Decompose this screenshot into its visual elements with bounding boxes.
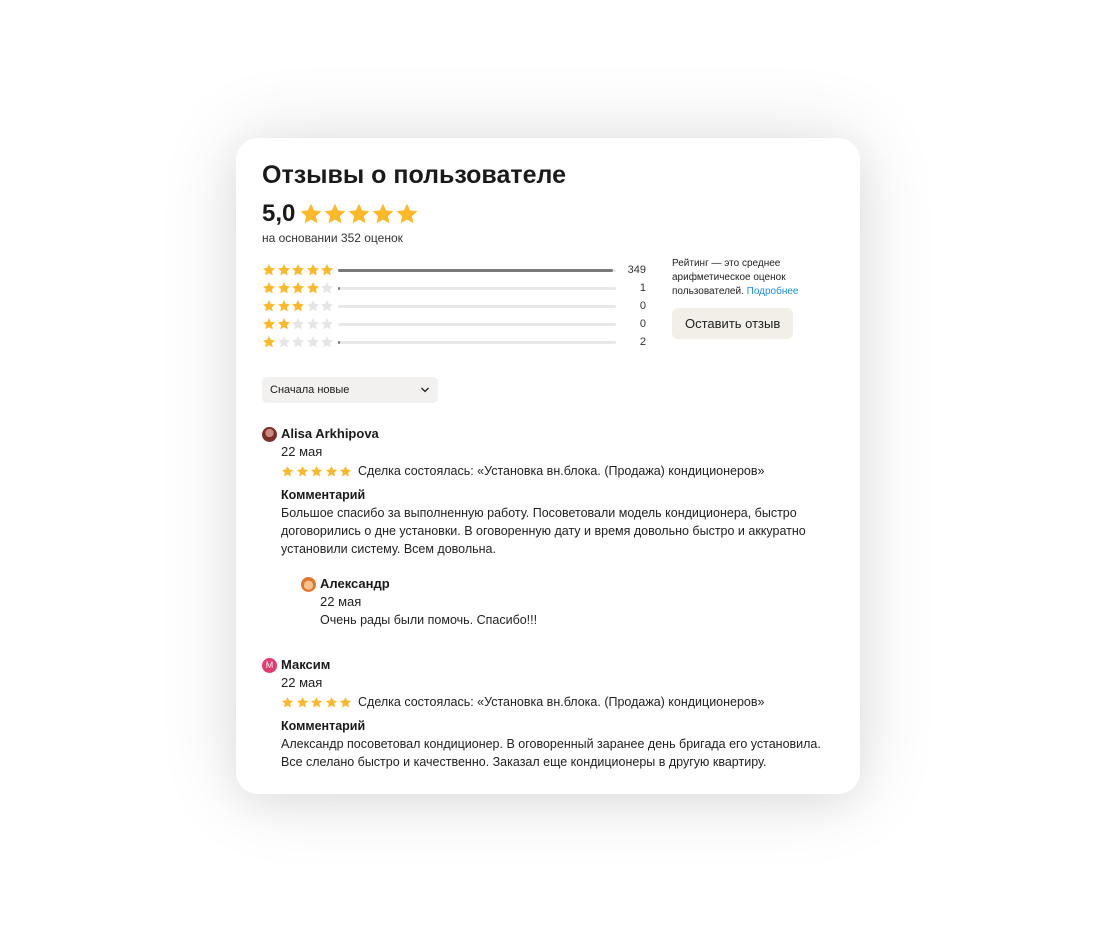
star-icon: [306, 281, 320, 295]
review-author[interactable]: Максим: [281, 656, 834, 674]
seller-reply: Александр 22 мая Очень рады были помочь.…: [301, 575, 834, 629]
rating-distribution: 349 1 0 0 2: [262, 261, 648, 351]
leave-review-button[interactable]: Оставить отзыв: [672, 308, 794, 339]
comment-label: Комментарий: [281, 719, 366, 733]
star-icon: [291, 317, 305, 331]
rating-bar: [338, 286, 616, 290]
rating-row-stars: [262, 299, 338, 313]
rating-count-value: 2: [639, 336, 646, 348]
avatar[interactable]: [301, 577, 316, 592]
comment-text: Александр посоветовал кондиционер. В ого…: [281, 737, 821, 769]
star-icon: [306, 263, 320, 277]
review-date: 22 мая: [281, 675, 323, 690]
star-icon: [323, 202, 347, 226]
avatar[interactable]: [262, 427, 277, 442]
chevron-down-icon: [420, 385, 430, 395]
rating-row-stars: [262, 281, 338, 295]
review-item: Alisa Arkhipova 22 мая Сделка состоялась…: [262, 425, 834, 629]
rating-row-stars: [262, 263, 338, 277]
star-icon: [325, 465, 338, 478]
review-stars: [281, 696, 358, 709]
rating-bar: [338, 340, 616, 344]
star-icon: [299, 202, 323, 226]
sort-label: Сначала новые: [270, 384, 350, 396]
star-icon: [277, 263, 291, 277]
more-info-link[interactable]: Подробнее: [747, 286, 799, 297]
reply-date: 22 мая: [320, 594, 362, 609]
rating-bar: [338, 304, 616, 308]
star-icon: [296, 465, 309, 478]
star-icon: [291, 281, 305, 295]
star-icon: [262, 263, 276, 277]
star-icon: [310, 465, 323, 478]
rating-info: Рейтинг — это среднее арифметическое оце…: [672, 257, 822, 299]
rating-row-4: 1: [262, 279, 648, 297]
rating-row-3: 0: [262, 297, 648, 315]
star-icon: [371, 202, 395, 226]
rating-bar-fill: [338, 340, 340, 344]
rating-row-stars: [262, 335, 338, 349]
star-icon: [291, 263, 305, 277]
star-icon: [296, 696, 309, 709]
average-rating: 5,0: [262, 200, 834, 228]
star-icon: [320, 281, 334, 295]
rating-bar-fill: [338, 286, 340, 290]
star-icon: [291, 299, 305, 313]
review-date: 22 мая: [281, 444, 323, 459]
rating-row-5: 349: [262, 261, 648, 279]
star-icon: [320, 317, 334, 331]
star-icon: [262, 317, 276, 331]
comment-text: Большое спасибо за выполненную работу. П…: [281, 506, 806, 556]
rating-row-1: 2: [262, 333, 648, 351]
rating-row-stars: [262, 317, 338, 331]
star-icon: [306, 317, 320, 331]
star-icon: [306, 335, 320, 349]
reviews-card: Отзывы о пользователе 5,0 на основании 3…: [236, 138, 860, 794]
star-icon: [320, 335, 334, 349]
star-icon: [310, 696, 323, 709]
reply-text: Очень рады были помочь. Спасибо!!!: [320, 613, 538, 627]
star-icon: [277, 299, 291, 313]
star-icon: [395, 202, 419, 226]
rating-bar-fill: [338, 268, 614, 272]
star-icon: [281, 465, 294, 478]
average-rating-stars: [299, 202, 419, 226]
star-icon: [320, 299, 334, 313]
star-icon: [339, 465, 352, 478]
rating-bar: [338, 268, 616, 272]
page-title: Отзывы о пользователе: [262, 161, 566, 189]
rating-count-value: 0: [639, 300, 646, 312]
star-icon: [291, 335, 305, 349]
star-icon: [262, 335, 276, 349]
star-icon: [347, 202, 371, 226]
star-icon: [277, 335, 291, 349]
star-icon: [281, 696, 294, 709]
star-icon: [277, 281, 291, 295]
reply-author[interactable]: Александр: [320, 575, 834, 593]
star-icon: [306, 299, 320, 313]
rating-count-value: 0: [639, 318, 646, 330]
sort-dropdown[interactable]: Сначала новые: [262, 377, 438, 403]
star-icon: [277, 317, 291, 331]
rating-row-2: 0: [262, 315, 648, 333]
deal-info: Сделка состоялась: «Установка вн.блока. …: [358, 464, 765, 478]
rating-count-value: 1: [639, 282, 646, 294]
review-stars: [281, 465, 358, 478]
avatar[interactable]: М: [262, 658, 277, 673]
star-icon: [325, 696, 338, 709]
star-icon: [262, 281, 276, 295]
rating-count: на основании 352 оценок: [262, 231, 403, 245]
review-item: М Максим 22 мая Сделка состоялась: «Уста…: [262, 656, 834, 771]
average-rating-value: 5,0: [262, 200, 296, 227]
star-icon: [320, 263, 334, 277]
star-icon: [339, 696, 352, 709]
rating-count-value: 349: [627, 264, 646, 276]
star-icon: [262, 299, 276, 313]
rating-bar: [338, 322, 616, 326]
deal-info: Сделка состоялась: «Установка вн.блока. …: [358, 695, 765, 709]
comment-label: Комментарий: [281, 488, 366, 502]
review-author[interactable]: Alisa Arkhipova: [281, 425, 834, 443]
